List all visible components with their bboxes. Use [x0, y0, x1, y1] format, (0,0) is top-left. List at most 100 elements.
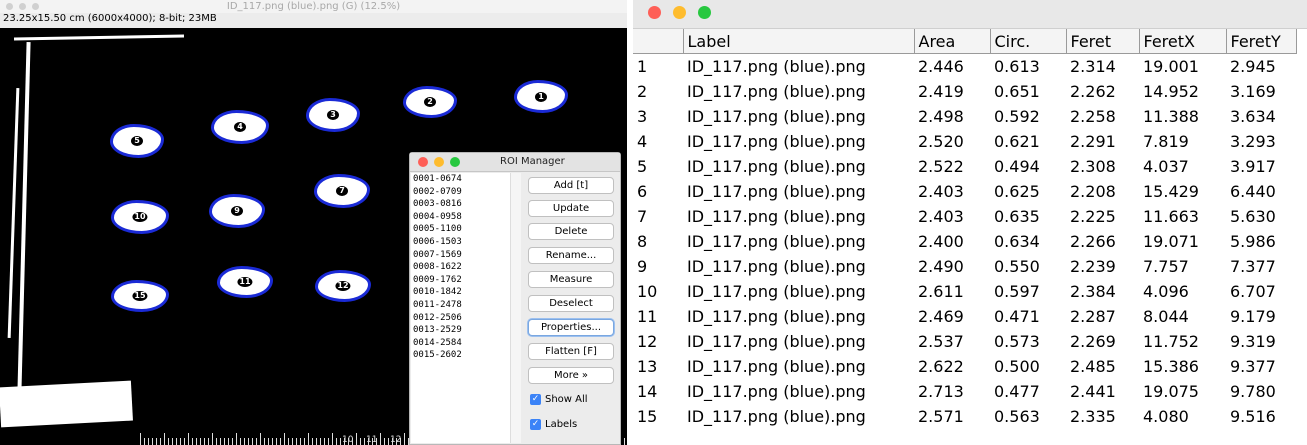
- table-row[interactable]: 13 ID_117.png (blue).png 2.622 0.500 2.485 15…: [633, 354, 1296, 379]
- circ-cell: 0.573: [994, 332, 1040, 351]
- results-titlebar[interactable]: [633, 0, 1307, 29]
- roi-blob-5[interactable]: 5: [110, 124, 164, 158]
- more-button[interactable]: More »: [528, 367, 614, 384]
- ruler-tick: [316, 438, 317, 445]
- table-row[interactable]: 15 ID_117.png (blue).png 2.571 0.563 2.335 4.…: [633, 404, 1296, 429]
- table-row[interactable]: 12 ID_117.png (blue).png 2.537 0.573 2.269 11…: [633, 329, 1296, 354]
- column-header-index[interactable]: [633, 29, 684, 54]
- zoom-button[interactable]: [450, 157, 460, 167]
- feret-cell: 2.485: [1070, 357, 1116, 376]
- ruler-tick: [284, 433, 285, 445]
- results-header-row: Label Area Circ. Feret FeretX FeretY: [633, 29, 1297, 54]
- paper-edge-left: [17, 42, 31, 392]
- table-row[interactable]: 10 ID_117.png (blue).png 2.611 0.597 2.384 4.…: [633, 279, 1296, 304]
- minimize-button[interactable]: [673, 6, 686, 19]
- ferety-cell: 2.945: [1230, 57, 1276, 76]
- column-header-label[interactable]: Label: [682, 29, 915, 54]
- ruler-tick: [292, 438, 293, 445]
- roi-list-item[interactable]: 0006-1503: [411, 236, 518, 249]
- roi-list-item[interactable]: 0003-0816: [411, 198, 518, 211]
- column-header-area[interactable]: Area: [913, 29, 991, 54]
- feret-cell: 2.384: [1070, 282, 1116, 301]
- roi-blob-1[interactable]: 1: [514, 80, 568, 113]
- feret-cell: 2.308: [1070, 157, 1116, 176]
- roi-list-item[interactable]: 0004-0958: [411, 211, 518, 224]
- close-button[interactable]: [648, 6, 661, 19]
- feretx-cell: 14.952: [1143, 82, 1199, 101]
- roi-list-item[interactable]: 0011-2478: [411, 299, 518, 312]
- roi-list-item[interactable]: 0012-2506: [411, 312, 518, 325]
- roi-list-item[interactable]: 0009-1762: [411, 274, 518, 287]
- update-button[interactable]: Update: [528, 200, 614, 217]
- ruler-tick: [228, 438, 229, 445]
- table-row[interactable]: 8 ID_117.png (blue).png 2.400 0.634 2.266 19.…: [633, 229, 1296, 254]
- ruler-number: 11: [366, 435, 378, 445]
- table-row[interactable]: 9 ID_117.png (blue).png 2.490 0.550 2.239 7.7…: [633, 254, 1296, 279]
- roi-blob-3[interactable]: 3: [306, 98, 360, 132]
- roi-list-item[interactable]: 0008-1622: [411, 261, 518, 274]
- table-row[interactable]: 1 ID_117.png (blue).png 2.446 0.613 2.314 19.…: [633, 54, 1296, 80]
- deselect-button[interactable]: Deselect: [528, 295, 614, 312]
- labels-checkbox[interactable]: ✓ Labels: [530, 418, 577, 432]
- label-cell: ID_117.png (blue).png: [687, 332, 866, 351]
- table-row[interactable]: 4 ID_117.png (blue).png 2.520 0.621 2.291 7.8…: [633, 129, 1296, 154]
- roi-blob-10[interactable]: 10: [111, 200, 169, 234]
- circ-cell: 0.500: [994, 357, 1040, 376]
- roi-blob-7[interactable]: 7: [314, 174, 370, 208]
- roi-list-scrollbar[interactable]: [510, 173, 521, 443]
- roi-list-item[interactable]: 0001-0674: [411, 173, 518, 186]
- label-cell: ID_117.png (blue).png: [687, 407, 866, 426]
- roi-list-item[interactable]: 0002-0709: [411, 186, 518, 199]
- ruler-tick: [224, 438, 225, 445]
- roi-list[interactable]: 0001-0674 0002-0709 0003-0816 0004-0958 …: [411, 173, 519, 443]
- results-table[interactable]: Label Area Circ. Feret FeretX FeretY 1 ID…: [633, 29, 1297, 429]
- roi-list-item[interactable]: 0015-2602: [411, 349, 518, 362]
- roi-list-item[interactable]: 0005-1100: [411, 223, 518, 236]
- column-header-feretx[interactable]: FeretX: [1138, 29, 1227, 54]
- rename-button[interactable]: Rename...: [528, 247, 614, 264]
- column-header-feret[interactable]: Feret: [1065, 29, 1140, 54]
- roi-label: 10: [132, 212, 148, 222]
- delete-button[interactable]: Delete: [528, 223, 614, 240]
- show-all-checkbox[interactable]: ✓ Show All: [530, 393, 588, 407]
- column-header-circ[interactable]: Circ.: [989, 29, 1067, 54]
- roi-label: 2: [424, 97, 436, 107]
- roi-list-item[interactable]: 0014-2584: [411, 337, 518, 350]
- circ-cell: 0.494: [994, 157, 1040, 176]
- properties-button[interactable]: Properties...: [528, 319, 614, 336]
- add-button[interactable]: Add [t]: [528, 177, 614, 194]
- roi-list-item[interactable]: 0007-1569: [411, 249, 518, 262]
- roi-blob-12[interactable]: 12: [315, 270, 371, 302]
- table-row[interactable]: 6 ID_117.png (blue).png 2.403 0.625 2.208 15.…: [633, 179, 1296, 204]
- ferety-cell: 3.293: [1230, 132, 1276, 151]
- label-cell: ID_117.png (blue).png: [687, 357, 866, 376]
- ferety-cell: 7.377: [1230, 257, 1276, 276]
- roi-manager-titlebar[interactable]: ROI Manager: [410, 153, 620, 172]
- roi-blob-2[interactable]: 2: [403, 86, 457, 118]
- table-row[interactable]: 3 ID_117.png (blue).png 2.498 0.592 2.258 11.…: [633, 104, 1296, 129]
- roi-list-item[interactable]: 0010-1842: [411, 286, 518, 299]
- roi-blob-15[interactable]: 15: [111, 280, 169, 312]
- table-row[interactable]: 14 ID_117.png (blue).png 2.713 0.477 2.441 19…: [633, 379, 1296, 404]
- ruler-tick: [280, 438, 281, 445]
- flatten-button[interactable]: Flatten [F]: [528, 343, 614, 360]
- minimize-button[interactable]: [434, 157, 444, 167]
- table-row[interactable]: 11 ID_117.png (blue).png 2.469 0.471 2.287 8.…: [633, 304, 1296, 329]
- column-header-ferety[interactable]: FeretY: [1225, 29, 1297, 54]
- measure-button[interactable]: Measure: [528, 271, 614, 288]
- ferety-cell: 3.169: [1230, 82, 1276, 101]
- feret-cell: 2.266: [1070, 232, 1116, 251]
- table-row[interactable]: 2 ID_117.png (blue).png 2.419 0.651 2.262 14.…: [633, 79, 1296, 104]
- roi-blob-11[interactable]: 11: [217, 266, 273, 298]
- roi-blob-9[interactable]: 9: [209, 194, 265, 228]
- close-button[interactable]: [418, 157, 428, 167]
- zoom-button[interactable]: [698, 6, 711, 19]
- circ-cell: 0.621: [994, 132, 1040, 151]
- ruler-tick: [304, 438, 305, 445]
- roi-list-item[interactable]: 0013-2529: [411, 324, 518, 337]
- roi-blob-4[interactable]: 4: [211, 110, 269, 144]
- feret-cell: 2.287: [1070, 307, 1116, 326]
- feretx-cell: 15.429: [1143, 182, 1199, 201]
- table-row[interactable]: 5 ID_117.png (blue).png 2.522 0.494 2.308 4.0…: [633, 154, 1296, 179]
- table-row[interactable]: 7 ID_117.png (blue).png 2.403 0.635 2.225 11.…: [633, 204, 1296, 229]
